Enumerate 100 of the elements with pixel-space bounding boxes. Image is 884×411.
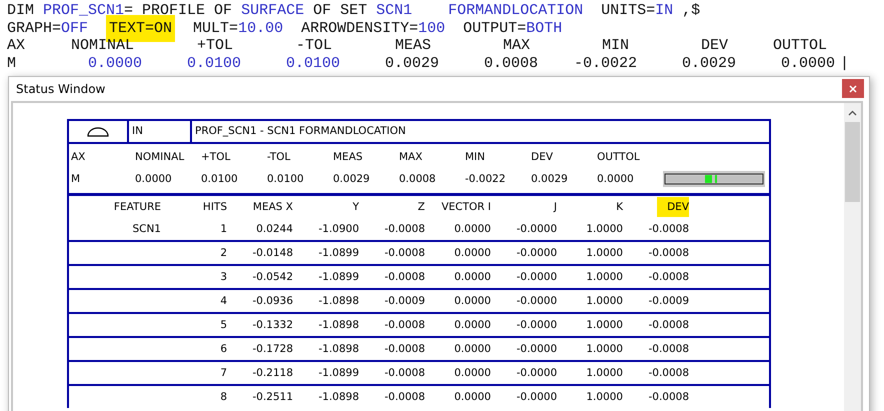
table-cell-text: -0.0008: [383, 391, 425, 403]
table-cell-text: -0.0008: [383, 367, 425, 379]
code-text: 10.00: [238, 20, 284, 36]
table-cell-text: -0.0008: [383, 247, 425, 259]
column-header: MIN: [465, 151, 486, 163]
table-cell-text: -1.0898: [317, 319, 359, 331]
table-cell-text: -0.0936: [251, 295, 293, 307]
column-header: DEV: [700, 37, 729, 54]
surface-profile-icon: [87, 126, 109, 136]
window-title: Status Window: [16, 82, 106, 96]
column-header: NOMINAL: [135, 151, 186, 163]
table-cell-text: -0.0542: [251, 271, 293, 283]
table-cell-text: M: [71, 173, 82, 185]
code-text: OFF: [61, 20, 90, 36]
column-header: J: [552, 201, 557, 213]
table-cell-text: 0.0000: [453, 343, 491, 355]
table-cell-text: 1.0000: [585, 367, 623, 379]
column-header: -TOL: [294, 37, 333, 54]
table-cell-text: SCN1: [131, 223, 161, 235]
column-header: AX: [71, 151, 86, 163]
column-header: HITS: [202, 201, 227, 213]
column-header: MIN: [600, 37, 630, 54]
table-cell-text: 0.0000: [453, 295, 491, 307]
table-cell-text: 0.0000: [453, 223, 491, 235]
table-cell-text: 7: [219, 367, 227, 379]
table-cell-text: -1.0900: [317, 223, 359, 235]
table-cell-text: 3: [219, 271, 227, 283]
table-cell-text: -0.0008: [647, 343, 689, 355]
table-cell-text: 1.0000: [585, 295, 623, 307]
column-header: +TOL: [196, 37, 234, 54]
code-text: OF SET: [312, 2, 368, 19]
scrollbar-thumb[interactable]: [845, 122, 860, 202]
table-cell-text: 1.0000: [585, 247, 623, 259]
result-value: 0.0029: [680, 54, 736, 72]
table-cell-text: -0.0000: [515, 295, 557, 307]
column-header: OUTTOL: [597, 151, 641, 163]
code-text: IN: [655, 2, 674, 19]
table-cell-text: -0.0008: [383, 271, 425, 283]
table-cell-text: -0.0008: [647, 271, 689, 283]
table-cell-text: -0.0022: [465, 173, 507, 185]
table-cell-text: 0.0008: [399, 173, 437, 185]
close-button[interactable]: [842, 79, 864, 98]
code-text: 100: [418, 20, 446, 36]
result-value: M: [7, 54, 18, 72]
result-value: 0.0029: [384, 54, 439, 72]
column-header: Y: [352, 201, 359, 213]
table-cell-text: -0.0000: [515, 247, 557, 259]
table-cell-text: -0.2118: [251, 367, 293, 379]
table-cell-text: 1: [219, 223, 227, 235]
result-value: 0.0000: [780, 54, 835, 72]
table-cell-text: 1.0000: [585, 391, 623, 403]
table-cell-text: -0.0009: [383, 295, 425, 307]
scroll-up-icon[interactable]: [848, 110, 857, 116]
table-cell-text: -0.0008: [647, 247, 689, 259]
table-cell-text: -0.0008: [383, 343, 425, 355]
table-cell-text: 1.0000: [585, 223, 623, 235]
table-cell-text: -1.0899: [317, 367, 359, 379]
code-text: ARROWDENSITY=: [300, 20, 418, 36]
table-cell-text: 0.0000: [453, 319, 491, 331]
feature-title: PROF_SCN1 - SCN1 FORMANDLOCATION: [194, 124, 407, 139]
code-text: FORMANDLOCATION: [447, 2, 584, 19]
table-cell-text: 5: [219, 319, 227, 331]
code-text: GRAPH=: [7, 20, 62, 36]
table-cell-text: 8: [219, 391, 227, 403]
result-value: 0.0100: [186, 54, 241, 72]
table-cell-text: -0.0008: [647, 367, 689, 379]
table-cell-text: 0.0000: [135, 173, 173, 185]
result-value: 0.0100: [284, 54, 340, 72]
table-cell-text: 1.0000: [585, 319, 623, 331]
table-cell-text: 6: [219, 343, 227, 355]
table-cell-text: -0.0000: [515, 367, 557, 379]
column-header: MAX: [502, 37, 531, 54]
text-cursor: |: [838, 54, 849, 72]
table-cell-text: 0.0029: [333, 173, 371, 185]
table-cell-text: -0.0000: [515, 343, 557, 355]
table-cell-text: -0.0008: [647, 391, 689, 403]
table-cell-text: 0.0000: [453, 271, 491, 283]
table-cell-text: -1.0898: [317, 343, 359, 355]
table-cell-text: -0.0008: [647, 319, 689, 331]
table-cell-text: -0.0148: [251, 247, 293, 259]
table-cell-text: -0.0000: [515, 223, 557, 235]
code-text: DIM: [7, 2, 36, 19]
table-cell-text: 0.0029: [531, 173, 569, 185]
table-cell-text: 2: [219, 247, 227, 259]
table-cell-text: 0.0100: [201, 173, 239, 185]
column-header: OUTTOL: [772, 37, 828, 54]
scrollbar[interactable]: [844, 103, 861, 411]
table-cell-text: -0.2511: [251, 391, 293, 403]
result-value: -0.0022: [572, 54, 637, 72]
column-header: MEAS: [333, 151, 364, 163]
table-cell-text: -0.0009: [647, 295, 689, 307]
table-cell-text: 1.0000: [585, 271, 623, 283]
code-text: MULT=: [192, 20, 238, 36]
table-cell-text: 0.0244: [255, 223, 293, 235]
column-header: DEV: [657, 197, 689, 217]
column-header: +TOL: [201, 151, 232, 163]
table-cell-text: -0.0000: [515, 271, 557, 283]
table-cell-text: -1.0899: [317, 247, 359, 259]
code-text: UNITS=: [600, 2, 656, 19]
code-text: BOTH: [526, 20, 562, 36]
